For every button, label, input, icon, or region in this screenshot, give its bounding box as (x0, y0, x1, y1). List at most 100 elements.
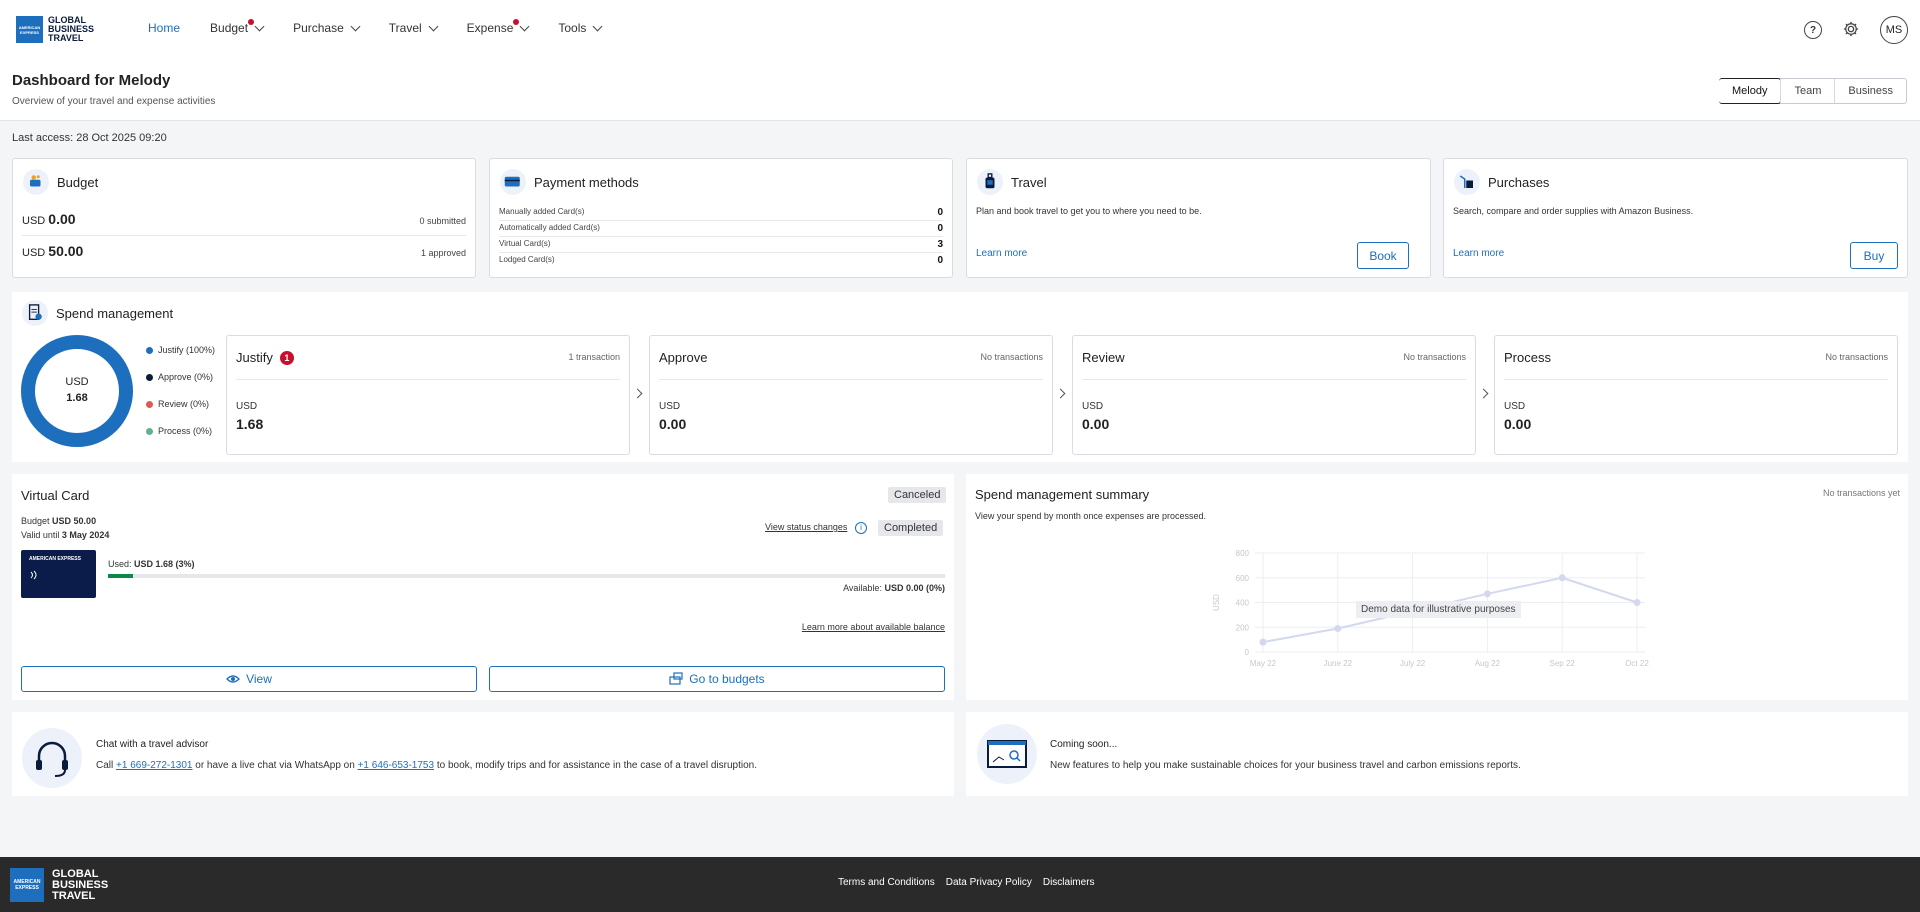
available-line: Available: USD 0.00 (0%) (843, 583, 945, 593)
budget-title: Budget (57, 174, 99, 190)
chevron-down-icon (592, 21, 603, 31)
nav-travel[interactable]: Travel (389, 21, 439, 35)
y-tick-label: 600 (1236, 574, 1250, 583)
chevron-down-icon (254, 21, 265, 31)
data-point (1259, 638, 1267, 646)
list-item: Lodged Card(s) 0 (499, 253, 943, 268)
virtual-card-image: AMERICAN EXPRESS (21, 550, 96, 598)
info-icon[interactable]: i (855, 522, 867, 534)
chevron-down-icon (519, 21, 530, 31)
coming-soon-text: New features to help you make sustainabl… (1050, 760, 1521, 771)
learn-balance-link[interactable]: Learn more about available balance (802, 622, 945, 632)
advisor-text-2: or have a live chat via WhatsApp on (195, 760, 355, 771)
step-value: 0.00 (1082, 416, 1110, 432)
receipt-icon (22, 300, 48, 326)
currency: USD (22, 247, 46, 259)
disclaimers-link[interactable]: Disclaimers (1043, 877, 1095, 888)
approved-amount: 50.00 (48, 243, 84, 259)
luggage-icon (977, 169, 1003, 195)
purchases-card: Purchases Search, compare and order supp… (1443, 158, 1908, 278)
travel-description: Plan and book travel to get you to where… (976, 206, 1202, 216)
book-button[interactable]: Book (1357, 242, 1409, 269)
x-tick-label: June 22 (1324, 659, 1353, 668)
advisor-title: Chat with a travel advisor (96, 739, 209, 750)
privacy-link[interactable]: Data Privacy Policy (946, 877, 1032, 888)
list-item: Manually added Card(s) 0 (499, 205, 943, 221)
budget-icon (23, 169, 49, 195)
budget-prefix: Budget (21, 516, 50, 526)
nav-tools[interactable]: Tools (558, 21, 603, 35)
advisor-text: Call +1 669-272-1301 or have a live chat… (96, 760, 757, 771)
valid-prefix: Valid until (21, 530, 60, 540)
gear-icon[interactable] (1842, 20, 1860, 41)
y-tick-label: 0 (1245, 648, 1250, 657)
legend-label: Process (0%) (158, 426, 213, 436)
step-value: 1.68 (236, 416, 264, 432)
divider (1082, 379, 1466, 380)
step-currency: USD (1082, 401, 1104, 412)
purchases-learn-more-link[interactable]: Learn more (1453, 248, 1504, 259)
chevron-down-icon (428, 21, 439, 31)
view-card-button[interactable]: View (21, 666, 477, 692)
nav-home-label: Home (148, 21, 181, 35)
available-prefix: Available: (843, 583, 882, 593)
tab-business[interactable]: Business (1834, 79, 1906, 103)
step-approve[interactable]: Approve No transactions USD 0.00 (649, 335, 1053, 455)
used-prefix: Used: (108, 559, 132, 569)
nav-purchase-label: Purchase (293, 21, 344, 35)
phone-link-1[interactable]: +1 669-272-1301 (116, 760, 192, 771)
donut-value: 1.68 (66, 392, 88, 404)
travel-learn-more-link[interactable]: Learn more (976, 248, 1027, 259)
step-process[interactable]: Process No transactions USD 0.00 (1494, 335, 1898, 455)
valid-value: 3 May 2024 (61, 530, 110, 540)
amex-logo-box: AMERICAN EXPRESS (16, 16, 43, 43)
user-avatar[interactable]: MS (1880, 16, 1908, 44)
go-to-budgets-button[interactable]: Go to budgets (489, 666, 945, 692)
virtual-card-title: Virtual Card (21, 488, 90, 503)
row-value: 0 (937, 223, 943, 234)
view-status-changes-link[interactable]: View status changes (765, 522, 847, 532)
whatsapp-link[interactable]: +1 646-653-1753 (358, 760, 434, 771)
nav-home[interactable]: Home (148, 21, 180, 35)
nav-expense[interactable]: Expense (466, 19, 530, 35)
legend-dot (146, 346, 153, 354)
tab-melody[interactable]: Melody (1718, 78, 1782, 104)
count-badge: 1 (279, 351, 294, 365)
shopping-icon (1454, 169, 1480, 195)
nav-expense-label: Expense (466, 21, 514, 35)
help-icon[interactable]: ? (1804, 21, 1822, 39)
step-currency: USD (236, 401, 258, 412)
row-value: 3 (937, 239, 943, 250)
status-badge-completed: Completed (878, 520, 944, 536)
divider (236, 379, 620, 380)
notification-dot (512, 19, 519, 25)
legend-process: Process (0%) (146, 426, 212, 436)
logo-text: GLOBAL BUSINESS TRAVEL (48, 16, 94, 43)
row-label: Automatically added Card(s) (499, 223, 600, 232)
legend-approve: Approve (0%) (146, 372, 213, 382)
x-tick-label: Oct 22 (1625, 659, 1649, 668)
travel-title: Travel (1011, 174, 1047, 190)
legend-label: Justify (100%) (158, 345, 216, 355)
step-value: 0.00 (659, 416, 687, 432)
list-item: Virtual Card(s) 3 (499, 237, 943, 253)
donut-currency: USD (65, 376, 89, 388)
nav-budget[interactable]: Budget (210, 19, 265, 35)
step-review[interactable]: Review No transactions USD 0.00 (1072, 335, 1476, 455)
step-justify[interactable]: Justify 1 1 transaction USD 1.68 (226, 335, 630, 455)
purchases-description: Search, compare and order supplies with … (1453, 206, 1694, 216)
step-meta: No transactions (980, 352, 1043, 362)
data-point (1558, 574, 1566, 582)
footer-logo[interactable]: AMERICAN EXPRESS GLOBAL BUSINESS TRAVEL (10, 868, 108, 902)
terms-link[interactable]: Terms and Conditions (838, 877, 935, 888)
spend-summary-title: Spend management summary (975, 487, 1150, 502)
divider (1504, 379, 1888, 380)
step-title: Approve (659, 350, 708, 365)
tab-team[interactable]: Team (1780, 79, 1834, 103)
brand-logo[interactable]: AMERICAN EXPRESS GLOBAL BUSINESS TRAVEL (16, 16, 94, 43)
row-label: Virtual Card(s) (499, 239, 551, 248)
data-point (1483, 590, 1491, 598)
nav-purchase[interactable]: Purchase (293, 21, 361, 35)
logo-line-1: GLOBAL (52, 867, 99, 880)
buy-button[interactable]: Buy (1850, 242, 1898, 269)
